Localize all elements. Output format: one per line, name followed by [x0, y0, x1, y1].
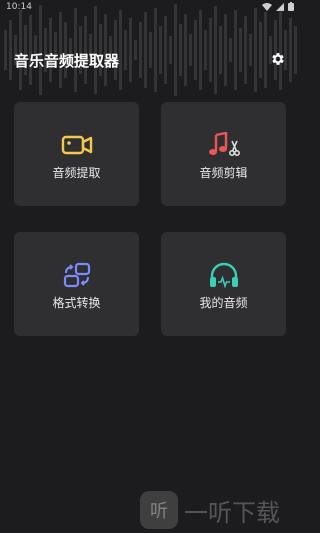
audio-edit-label: 音频剪辑 [199, 166, 248, 180]
music-note-scissors-icon [209, 132, 240, 156]
format-convert-card[interactable]: 格式转换 [14, 232, 139, 336]
headphones-icon [210, 262, 238, 288]
page-title: 音乐音频提取器 [14, 52, 120, 70]
watermark: 听 一听下载 [140, 490, 300, 530]
audio-extract-label: 音频提取 [52, 166, 101, 180]
audio-edit-card[interactable]: 音频剪辑 [161, 102, 286, 206]
audio-extract-card[interactable]: 音频提取 [14, 102, 139, 206]
format-convert-label: 格式转换 [52, 296, 101, 310]
watermark-logo: 听 [140, 491, 178, 529]
my-audio-card[interactable]: 我的音频 [161, 232, 286, 336]
watermark-text: 一听下载 [184, 498, 280, 527]
my-audio-label: 我的音频 [199, 296, 248, 310]
convert-arrows-icon [63, 262, 91, 288]
settings-gear-icon[interactable] [270, 51, 286, 67]
app-header: 音乐音频提取器 [0, 44, 300, 74]
video-camera-icon [61, 135, 93, 155]
